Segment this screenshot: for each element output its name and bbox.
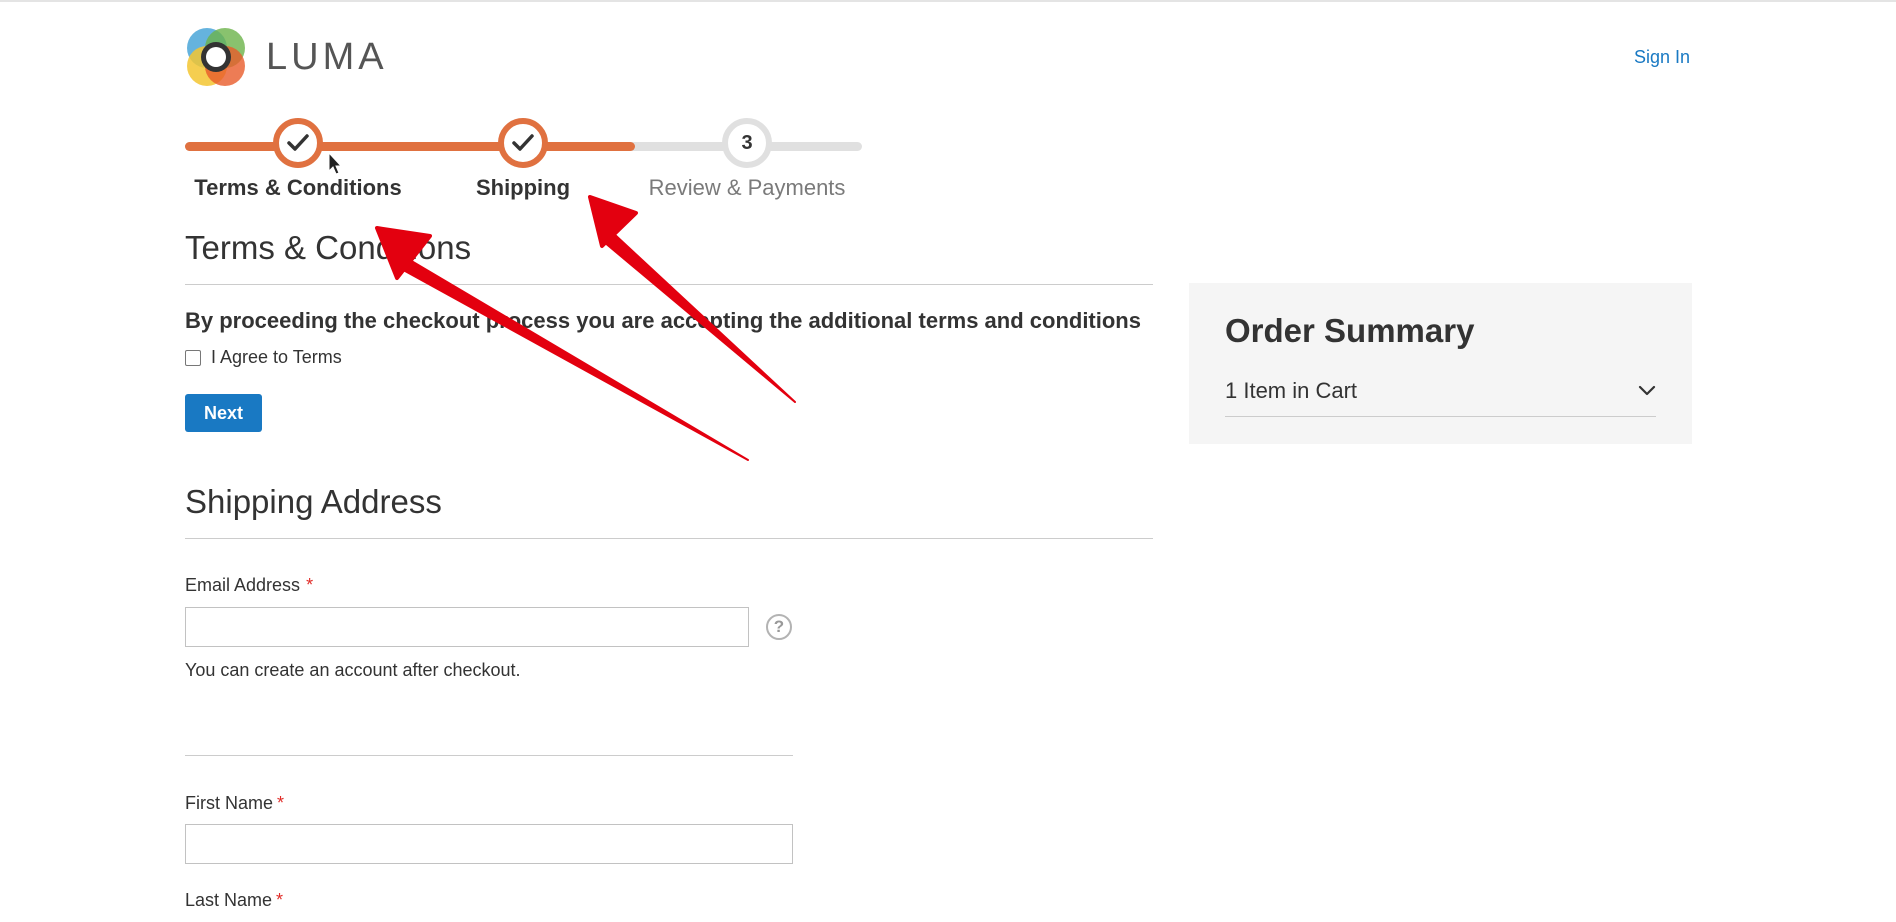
email-label-text: Email Address [185,575,301,595]
form-divider [185,755,793,756]
first-name-field[interactable] [185,824,793,864]
chevron-down-icon[interactable] [1638,385,1656,397]
step-1-indicator[interactable] [273,118,323,168]
check-icon [512,134,534,151]
checkout-progress-bar: 3 Terms & Conditions Shipping Review & P… [185,116,865,216]
check-icon [287,134,309,151]
arrow-to-terms-shaft [395,255,749,461]
order-summary-panel: Order Summary 1 Item in Cart [1189,283,1692,444]
email-label: Email Address * [185,575,313,596]
top-border [0,0,1896,2]
order-summary-title: Order Summary [1225,312,1475,349]
question-circle-icon[interactable]: ? [766,614,792,640]
cart-item-count[interactable]: 1 Item in Cart [1225,378,1357,404]
shipping-section-title: Shipping Address [185,483,442,520]
terms-section-title: Terms & Conditions [185,229,472,266]
agree-terms-checkbox[interactable] [185,349,201,366]
progress-track-fill [185,142,635,151]
last-name-label: Last Name * [185,890,283,911]
summary-divider [1225,416,1656,417]
terms-title-divider [185,284,1153,285]
step-label-terms[interactable]: Terms & Conditions [194,175,401,201]
step-label-shipping[interactable]: Shipping [476,175,570,201]
email-field[interactable] [185,607,749,647]
next-button[interactable]: Next [185,394,262,432]
required-marker: * [277,793,285,813]
step-label-review-payments: Review & Payments [648,175,846,200]
luma-logo[interactable]: LUMA [185,26,385,90]
agree-terms-row[interactable]: I Agree to Terms [185,347,342,368]
required-marker: * [306,575,314,595]
step-2-indicator[interactable] [498,118,548,168]
step-3-number: 3 [741,131,753,154]
first-name-label: First Name * [185,793,284,814]
email-note: You can create an account after checkout… [185,660,521,680]
required-marker: * [276,890,284,910]
cart-items-toggle[interactable]: 1 Item in Cart [1225,377,1656,405]
first-name-label-text: First Name [185,793,274,813]
last-name-label-text: Last Name [185,890,273,910]
logo-text: LUMA [266,36,388,78]
shipping-title-divider [185,538,1153,539]
step-3-indicator: 3 [722,118,772,168]
luma-logo-icon [187,28,245,86]
sign-in-link[interactable]: Sign In [1610,47,1690,68]
terms-description: By proceeding the checkout process you a… [185,308,1141,333]
agree-terms-label[interactable]: I Agree to Terms [211,347,342,368]
